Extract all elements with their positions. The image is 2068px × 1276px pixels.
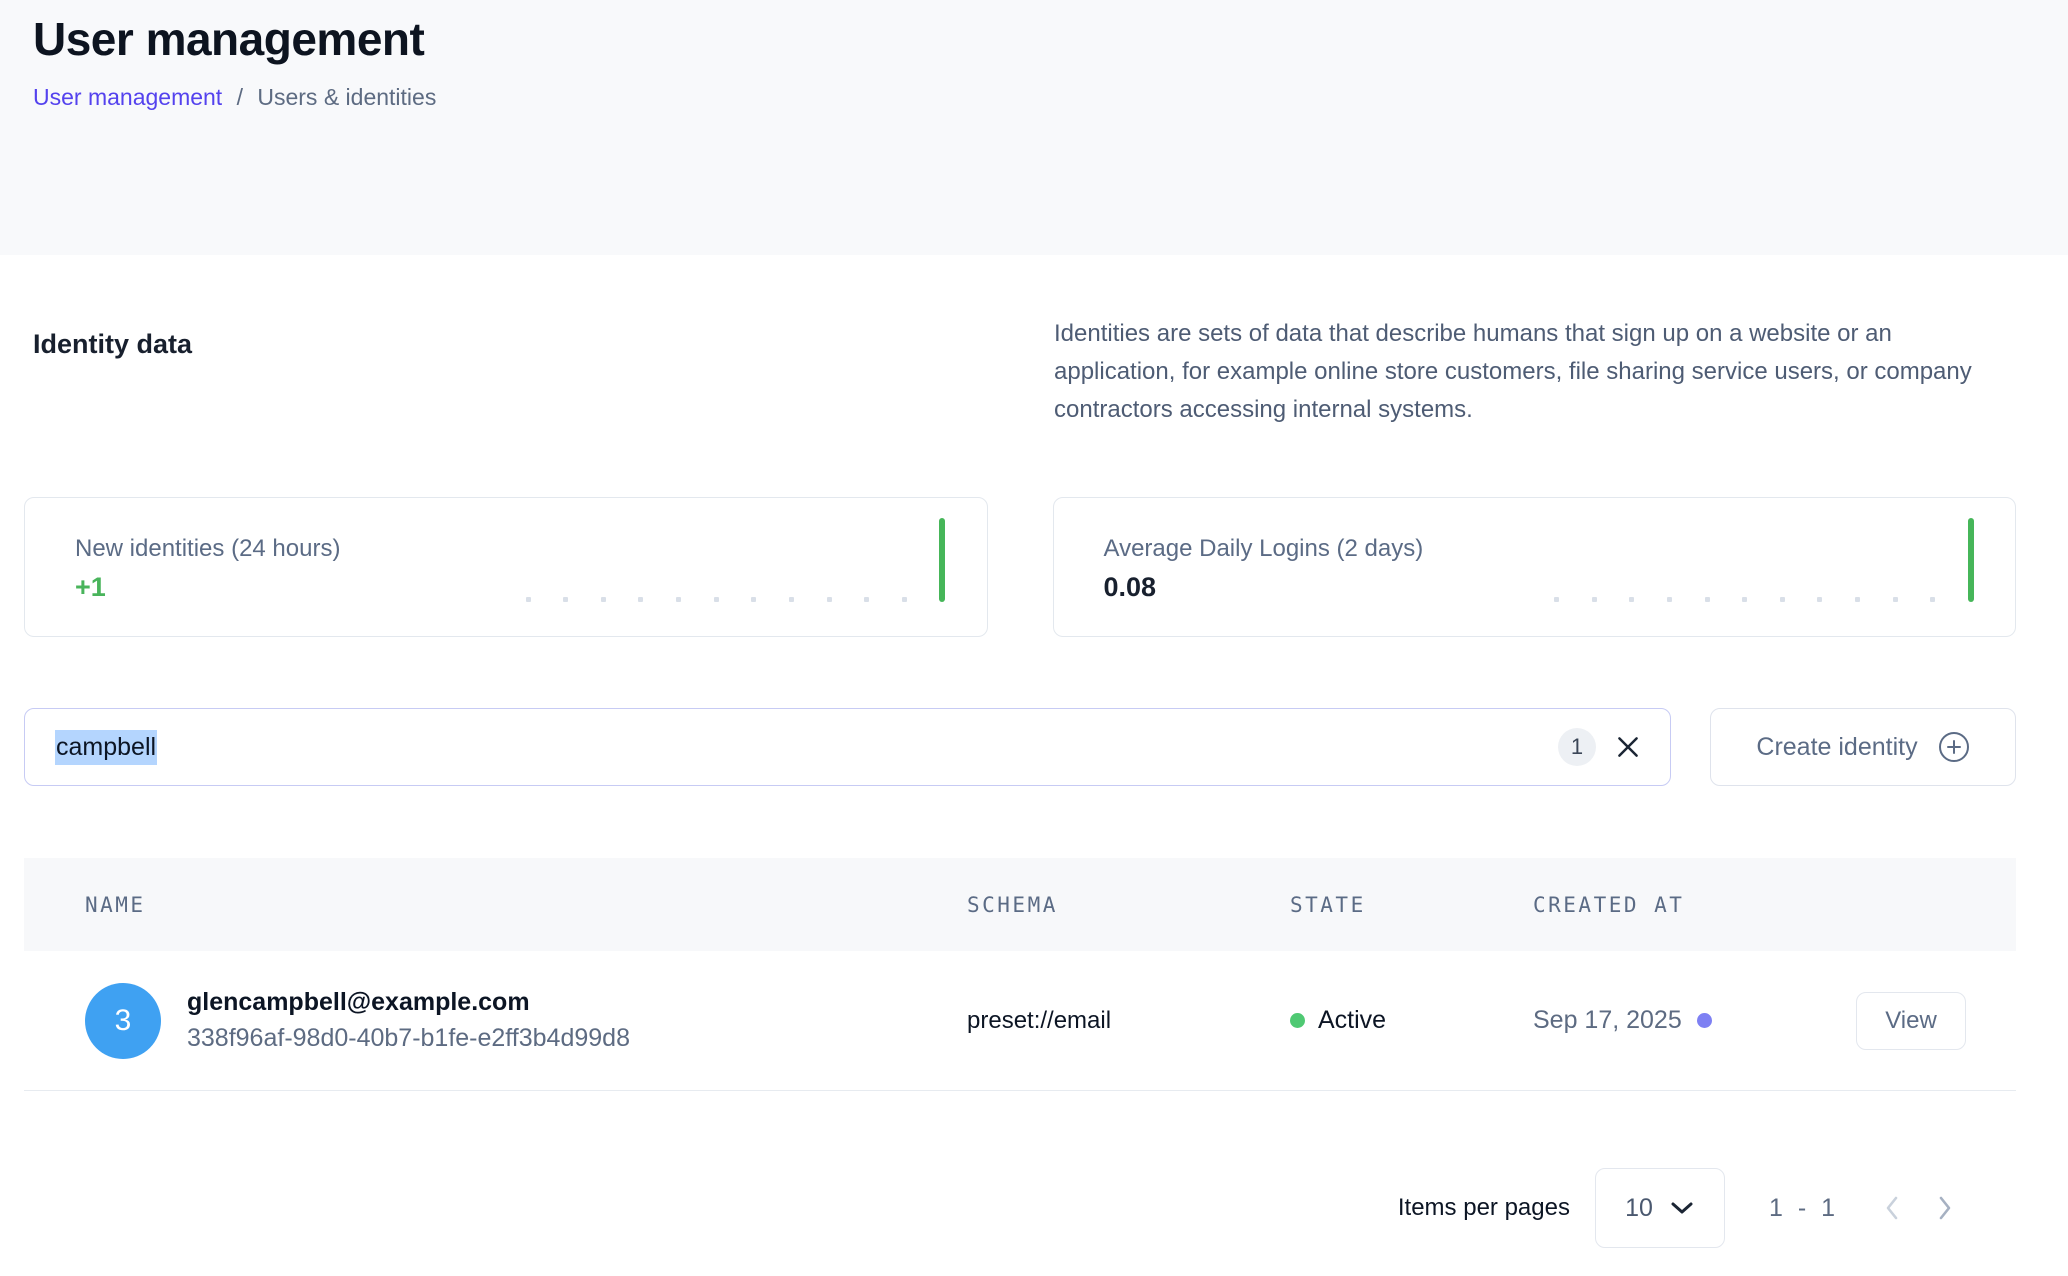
- state-label: Active: [1318, 1006, 1386, 1035]
- column-header-state: STATE: [1290, 893, 1533, 917]
- chevron-down-icon: [1669, 1199, 1695, 1217]
- pagination: Items per pages 10 1 - 1: [24, 1168, 2016, 1248]
- identities-table: NAME SCHEMA STATE CREATED AT 3 glencampb…: [24, 858, 2016, 1091]
- created-at-date: Sep 17, 2025: [1533, 1006, 1682, 1035]
- page-header: User management User management / Users …: [0, 0, 2068, 255]
- schema-cell: preset://email: [967, 1007, 1290, 1035]
- search-row: campbell 1 Create identity: [24, 708, 2016, 786]
- previous-page-button[interactable]: [1871, 1188, 1911, 1228]
- breadcrumb-link-user-management[interactable]: User management: [33, 84, 222, 110]
- chevron-left-icon: [1883, 1194, 1900, 1222]
- name-cell: 3 glencampbell@example.com 338f96af-98d0…: [24, 983, 967, 1059]
- search-input-value: campbell: [55, 730, 157, 765]
- page-size-select[interactable]: 10: [1595, 1168, 1725, 1248]
- identity-id: 338f96af-98d0-40b7-b1fe-e2ff3b4d99d8: [187, 1024, 630, 1053]
- page-range-label: 1 - 1: [1769, 1194, 1839, 1223]
- stat-card-average-daily-logins: Average Daily Logins (2 days) 0.08: [1053, 497, 2017, 637]
- page-title: User management: [33, 10, 2068, 68]
- close-icon: [1614, 733, 1642, 761]
- create-identity-button[interactable]: Create identity: [1710, 708, 2016, 786]
- sparkline-chart: [1554, 518, 1974, 602]
- breadcrumb-current: Users & identities: [257, 84, 436, 110]
- page-size-value: 10: [1625, 1194, 1653, 1223]
- stat-cards: New identities (24 hours) +1 Average Dai…: [24, 497, 2016, 637]
- avatar: 3: [85, 983, 161, 1059]
- chevron-right-icon: [1937, 1194, 1954, 1222]
- search-input[interactable]: campbell 1: [24, 708, 1671, 786]
- clear-search-button[interactable]: [1612, 731, 1644, 763]
- identity-email: glencampbell@example.com: [187, 988, 630, 1017]
- breadcrumb-separator: /: [237, 84, 243, 110]
- create-identity-label: Create identity: [1756, 733, 1917, 762]
- main-content: Identity data Identities are sets of dat…: [0, 255, 2068, 1248]
- plus-circle-icon: [1938, 731, 1970, 763]
- search-result-count-badge: 1: [1558, 728, 1596, 766]
- column-header-created-at: CREATED AT: [1533, 893, 1830, 917]
- created-at-dot-icon: [1697, 1013, 1712, 1028]
- created-at-cell: Sep 17, 2025: [1533, 1006, 1830, 1035]
- view-button[interactable]: View: [1856, 992, 1966, 1050]
- section-description: Identities are sets of data that describ…: [1054, 315, 2016, 429]
- stat-card-new-identities: New identities (24 hours) +1: [24, 497, 988, 637]
- column-header-name: NAME: [24, 893, 967, 917]
- active-status-dot-icon: [1290, 1013, 1305, 1028]
- table-row: 3 glencampbell@example.com 338f96af-98d0…: [24, 951, 2016, 1091]
- table-header-row: NAME SCHEMA STATE CREATED AT: [24, 858, 2016, 951]
- breadcrumb: User management / Users & identities: [33, 82, 2068, 112]
- sparkline-chart: [526, 518, 946, 602]
- section-heading: Identity data: [33, 329, 192, 360]
- column-header-schema: SCHEMA: [967, 893, 1290, 917]
- items-per-page-label: Items per pages: [1398, 1194, 1570, 1222]
- identity-data-section-header: Identity data Identities are sets of dat…: [24, 315, 2016, 429]
- state-cell: Active: [1290, 1006, 1533, 1035]
- next-page-button[interactable]: [1925, 1188, 1965, 1228]
